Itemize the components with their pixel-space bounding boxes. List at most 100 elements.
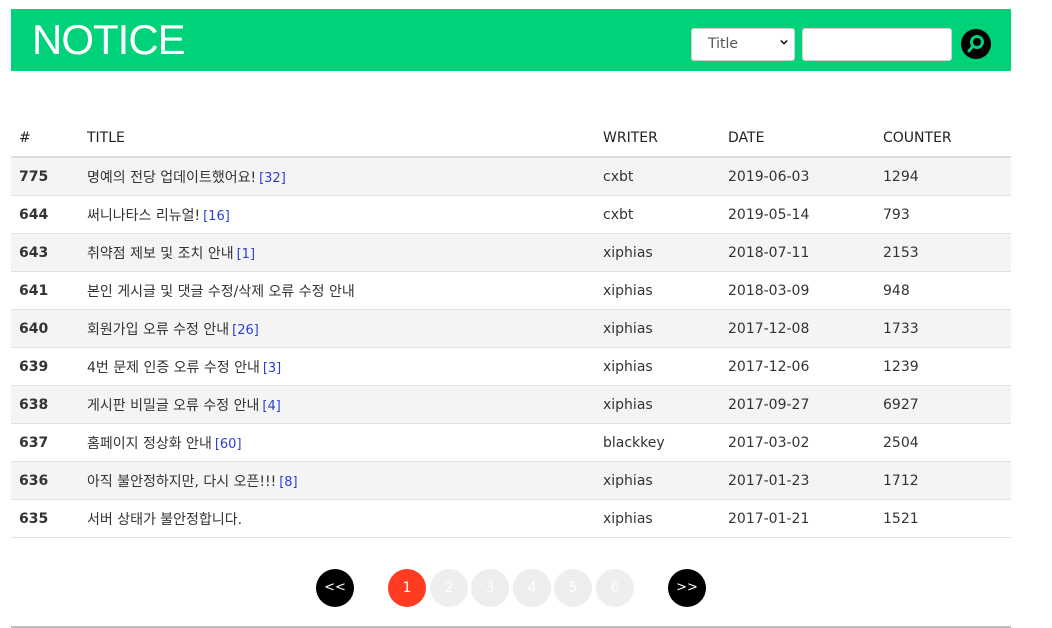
table-row[interactable]: 644 써니나타스 리뉴얼! [16] cxbt 2019-05-14 793 <box>11 195 1011 234</box>
comment-count: [4] <box>262 398 281 414</box>
row-counter: 2153 <box>883 233 1011 272</box>
notice-header: NOTICE Title <box>11 9 1011 71</box>
page-3-button[interactable]: 3 <box>471 569 509 607</box>
table-row[interactable]: 643 취약점 제보 및 조치 안내 [1] xiphias 2018-07-11 215… <box>11 233 1011 272</box>
row-title-link[interactable]: 아직 불안정하지만, 다시 오픈!!! <box>87 474 276 490</box>
row-writer: xiphias <box>603 499 728 538</box>
row-counter: 1733 <box>883 309 1011 348</box>
row-title-cell: 아직 불안정하지만, 다시 오픈!!! [8] <box>87 461 603 500</box>
row-writer: blackkey <box>603 423 728 462</box>
row-counter: 1239 <box>883 347 1011 386</box>
row-date: 2017-01-23 <box>728 461 883 500</box>
row-number: 638 <box>11 385 87 424</box>
row-title-cell: 취약점 제보 및 조치 안내 [1] <box>87 233 603 272</box>
column-header-title: TITLE <box>87 120 603 158</box>
column-header-date: DATE <box>728 120 883 158</box>
row-number: 775 <box>11 157 87 196</box>
row-writer: xiphias <box>603 385 728 424</box>
search-button[interactable] <box>961 29 991 59</box>
row-title-link[interactable]: 취약점 제보 및 조치 안내 <box>87 246 234 262</box>
row-title-cell: 명예의 전당 업데이트했어요! [32] <box>87 157 603 196</box>
row-writer: xiphias <box>603 461 728 500</box>
notice-table: # TITLE WRITER DATE COUNTER 775 명예의 전당 업데… <box>11 120 1011 538</box>
row-date: 2018-07-11 <box>728 233 883 272</box>
row-title-cell: 게시판 비밀글 오류 수정 안내 [4] <box>87 385 603 424</box>
row-writer: xiphias <box>603 233 728 272</box>
row-counter: 1712 <box>883 461 1011 500</box>
row-number: 635 <box>11 499 87 538</box>
row-title-cell: 홈페이지 정상화 안내 [60] <box>87 423 603 462</box>
comment-count: [32] <box>259 170 286 186</box>
row-counter: 948 <box>883 271 1011 310</box>
row-writer: xiphias <box>603 347 728 386</box>
row-writer: xiphias <box>603 309 728 348</box>
pagination: << 1 2 3 4 5 6 >> <box>0 568 1052 608</box>
last-page-button[interactable]: >> <box>668 569 706 607</box>
table-row[interactable]: 641 본인 게시글 및 댓글 수정/삭제 오류 수정 안내 xiphias 2018… <box>11 271 1011 310</box>
row-date: 2017-01-21 <box>728 499 883 538</box>
search-icon <box>967 35 984 53</box>
row-title-cell: 써니나타스 리뉴얼! [16] <box>87 195 603 234</box>
row-title-cell: 서버 상태가 불안정합니다. <box>87 499 603 538</box>
row-number: 640 <box>11 309 87 348</box>
row-title-link[interactable]: 4번 문제 인증 오류 수정 안내 <box>87 360 260 376</box>
row-counter: 6927 <box>883 385 1011 424</box>
page-1-button[interactable]: 1 <box>388 569 426 607</box>
row-number: 636 <box>11 461 87 500</box>
comment-count: [3] <box>262 360 282 376</box>
row-title-link[interactable]: 서버 상태가 불안정합니다. <box>87 512 242 528</box>
page-4-button[interactable]: 4 <box>513 569 551 607</box>
first-page-button[interactable]: << <box>316 569 354 607</box>
page-2-button[interactable]: 2 <box>430 569 468 607</box>
page-title: NOTICE <box>32 16 186 63</box>
column-header-counter: COUNTER <box>883 120 1011 158</box>
row-number: 644 <box>11 195 87 234</box>
column-header-number: # <box>11 120 87 158</box>
row-title-link[interactable]: 명예의 전당 업데이트했어요! <box>87 170 256 186</box>
row-title-link[interactable]: 써니나타스 리뉴얼! <box>87 208 200 224</box>
search-input[interactable] <box>802 28 952 61</box>
row-date: 2017-09-27 <box>728 385 883 424</box>
table-row[interactable]: 637 홈페이지 정상화 안내 [60] blackkey 2017-03-02 2504 <box>11 423 1011 462</box>
row-counter: 1294 <box>883 157 1011 196</box>
row-number: 639 <box>11 347 87 386</box>
row-date: 2019-06-03 <box>728 157 883 196</box>
row-title-cell: 4번 문제 인증 오류 수정 안내 [3] <box>87 347 603 386</box>
table-row[interactable]: 640 회원가입 오류 수정 안내 [26] xiphias 2017-12-08 173… <box>11 309 1011 348</box>
comment-count: [16] <box>203 208 230 224</box>
comment-count: [1] <box>236 246 256 262</box>
search-field-selected: Title <box>708 36 739 52</box>
search-field-select[interactable]: Title <box>691 28 795 61</box>
row-number: 643 <box>11 233 87 272</box>
row-number: 641 <box>11 271 87 310</box>
table-row[interactable]: 636 아직 불안정하지만, 다시 오픈!!! [8] xiphias 2017-01-… <box>11 461 1011 500</box>
page-5-button[interactable]: 5 <box>554 569 592 607</box>
comment-count: [8] <box>279 474 298 490</box>
column-header-writer: WRITER <box>603 120 728 158</box>
row-number: 637 <box>11 423 87 462</box>
row-writer: xiphias <box>603 271 728 310</box>
page-6-button[interactable]: 6 <box>596 569 634 607</box>
table-row[interactable]: 635 서버 상태가 불안정합니다. xiphias 2017-01-21 1521 <box>11 499 1011 538</box>
row-date: 2018-03-09 <box>728 271 883 310</box>
table-header-row: # TITLE WRITER DATE COUNTER <box>11 120 1011 158</box>
table-row[interactable]: 638 게시판 비밀글 오류 수정 안내 [4] xiphias 2017-09-27 6… <box>11 385 1011 424</box>
chevron-down-icon <box>780 39 788 45</box>
row-title-cell: 회원가입 오류 수정 안내 [26] <box>87 309 603 348</box>
row-title-link[interactable]: 회원가입 오류 수정 안내 <box>87 322 229 338</box>
row-date: 2017-12-06 <box>728 347 883 386</box>
row-date: 2019-05-14 <box>728 195 883 234</box>
row-title-cell: 본인 게시글 및 댓글 수정/삭제 오류 수정 안내 <box>87 271 603 310</box>
row-title-link[interactable]: 본인 게시글 및 댓글 수정/삭제 오류 수정 안내 <box>87 284 355 300</box>
comment-count: [60] <box>214 436 242 452</box>
table-row[interactable]: 775 명예의 전당 업데이트했어요! [32] cxbt 2019-06-03 1294 <box>11 157 1011 196</box>
row-writer: cxbt <box>603 195 728 234</box>
row-date: 2017-12-08 <box>728 309 883 348</box>
row-title-link[interactable]: 게시판 비밀글 오류 수정 안내 <box>87 398 259 414</box>
comment-count: [26] <box>232 322 259 338</box>
row-title-link[interactable]: 홈페이지 정상화 안내 <box>87 436 212 452</box>
table-row[interactable]: 639 4번 문제 인증 오류 수정 안내 [3] xiphias 2017-12-06… <box>11 347 1011 386</box>
row-counter: 1521 <box>883 499 1011 538</box>
row-counter: 2504 <box>883 423 1011 462</box>
row-counter: 793 <box>883 195 1011 234</box>
